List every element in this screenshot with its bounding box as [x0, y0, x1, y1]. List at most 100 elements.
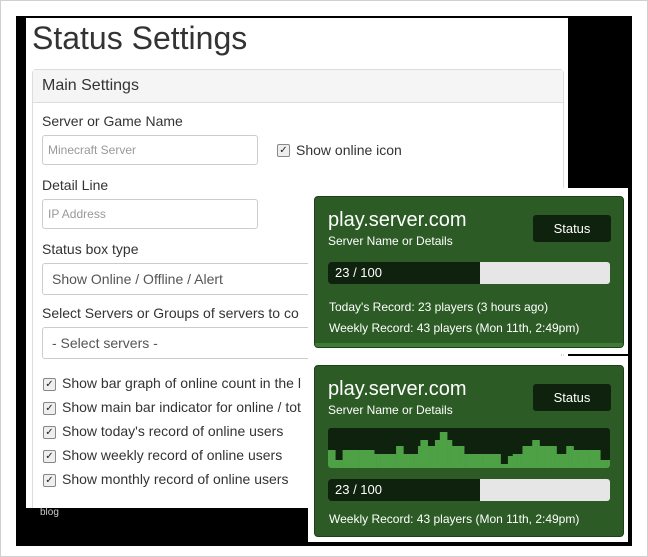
graph-bar [478, 454, 482, 468]
graph-bar [444, 432, 448, 468]
graph-bar [379, 454, 382, 468]
option-checkbox-main-bar[interactable]: ✓ [43, 402, 56, 415]
online-count-graph-svg [328, 432, 610, 468]
graph-bar [430, 446, 433, 468]
option-checkbox-bar-graph[interactable]: ✓ [43, 378, 56, 391]
graph-bar [352, 450, 356, 468]
select-servers-label: Select Servers or Groups of servers to c… [42, 305, 299, 321]
option-label-main-bar: Show main bar indicator for online / tot [62, 399, 301, 415]
graph-bar [505, 464, 509, 468]
graph-bar [551, 446, 555, 468]
graph-bar [498, 454, 501, 468]
option-checkbox-weekly-record[interactable]: ✓ [43, 450, 56, 463]
graph-bar [449, 440, 453, 468]
graph-bar [541, 446, 545, 468]
graph-bar [364, 450, 368, 468]
weekly-record-text: Weekly Record: 43 players (Mon 11th, 2:4… [329, 512, 580, 526]
watermark-text: blog [40, 507, 59, 518]
graph-bar [454, 446, 458, 468]
option-checkbox-today-record[interactable]: ✓ [43, 426, 56, 439]
graph-bar [425, 440, 428, 468]
graph-bar [342, 450, 346, 468]
graph-bar [493, 454, 497, 468]
server-name-input[interactable]: Minecraft Server [42, 135, 258, 165]
graph-bar [566, 446, 569, 468]
graph-bar [573, 450, 577, 468]
option-checkbox-monthly-record[interactable]: ✓ [43, 474, 56, 487]
graph-bar [442, 432, 445, 468]
graph-bar [330, 450, 334, 468]
online-count-graph [328, 428, 610, 468]
graph-bar [500, 464, 504, 468]
graph-bar [439, 432, 443, 468]
graph-bar [488, 454, 492, 468]
detail-line-input[interactable]: IP Address [42, 199, 258, 229]
show-online-icon-checkbox[interactable]: ✓ [277, 144, 290, 157]
graph-bar [396, 446, 399, 468]
graph-bar [544, 446, 548, 468]
graph-bar [600, 460, 604, 468]
graph-bar [607, 460, 610, 468]
graph-bar [571, 446, 574, 468]
graph-bar [556, 454, 560, 468]
graph-bar [561, 454, 565, 468]
graph-bar [481, 454, 484, 468]
graph-bar [510, 456, 514, 468]
graph-bar [595, 450, 599, 468]
graph-bar [490, 454, 494, 468]
status-box-footer [315, 343, 623, 347]
graph-bar [527, 446, 531, 468]
graph-bar [332, 450, 336, 468]
graph-bar [451, 446, 455, 468]
graph-bar [422, 440, 426, 468]
graph-bar [408, 454, 411, 468]
graph-bar [546, 446, 550, 468]
graph-bar [349, 450, 353, 468]
graph-bar [554, 446, 557, 468]
graph-bar [434, 440, 438, 468]
graph-bar [456, 446, 460, 468]
graph-bar [362, 450, 365, 468]
graph-bar [590, 450, 594, 468]
graph-bar [388, 454, 392, 468]
graph-bar [415, 454, 419, 468]
server-address: play.server.com [328, 378, 467, 400]
status-widget-preview-1: play.server.com Server Name or Details S… [308, 188, 628, 354]
graph-bar [539, 446, 543, 468]
graph-bar [575, 450, 579, 468]
card-header: Main Settings [33, 70, 563, 103]
graph-bar [340, 460, 343, 468]
graph-bar [357, 450, 360, 468]
graph-bar [476, 454, 480, 468]
graph-bar [517, 454, 521, 468]
graph-bar [503, 464, 506, 468]
status-badge: Status [533, 215, 611, 242]
graph-bar [400, 446, 404, 468]
status-box: play.server.com Server Name or Details S… [314, 365, 624, 537]
graph-bar [534, 440, 538, 468]
graph-bar [558, 454, 562, 468]
graph-bar [549, 446, 552, 468]
server-address: play.server.com [328, 209, 467, 231]
graph-bar [359, 450, 363, 468]
graph-bar [515, 454, 518, 468]
graph-bar [464, 454, 467, 468]
graph-bar [520, 454, 523, 468]
graph-bar [386, 454, 390, 468]
graph-bar [369, 450, 373, 468]
graph-bar [328, 450, 331, 468]
page-title: Status Settings [32, 20, 248, 56]
status-widget-preview-2: play.server.com Server Name or Details S… [308, 356, 628, 542]
online-count-bar: 23 / 100 [328, 479, 610, 501]
online-count-text: 23 / 100 [335, 482, 382, 497]
graph-bar [471, 454, 475, 468]
today-record-text: Today's Record: 23 players (3 hours ago) [329, 300, 549, 314]
graph-bar [417, 446, 421, 468]
graph-bar [529, 446, 533, 468]
option-label-bar-graph: Show bar graph of online count in the l [62, 375, 301, 391]
graph-bar [432, 446, 436, 468]
graph-bar [495, 454, 499, 468]
graph-bar [537, 440, 540, 468]
graph-bar [588, 450, 591, 468]
graph-bar [366, 450, 370, 468]
